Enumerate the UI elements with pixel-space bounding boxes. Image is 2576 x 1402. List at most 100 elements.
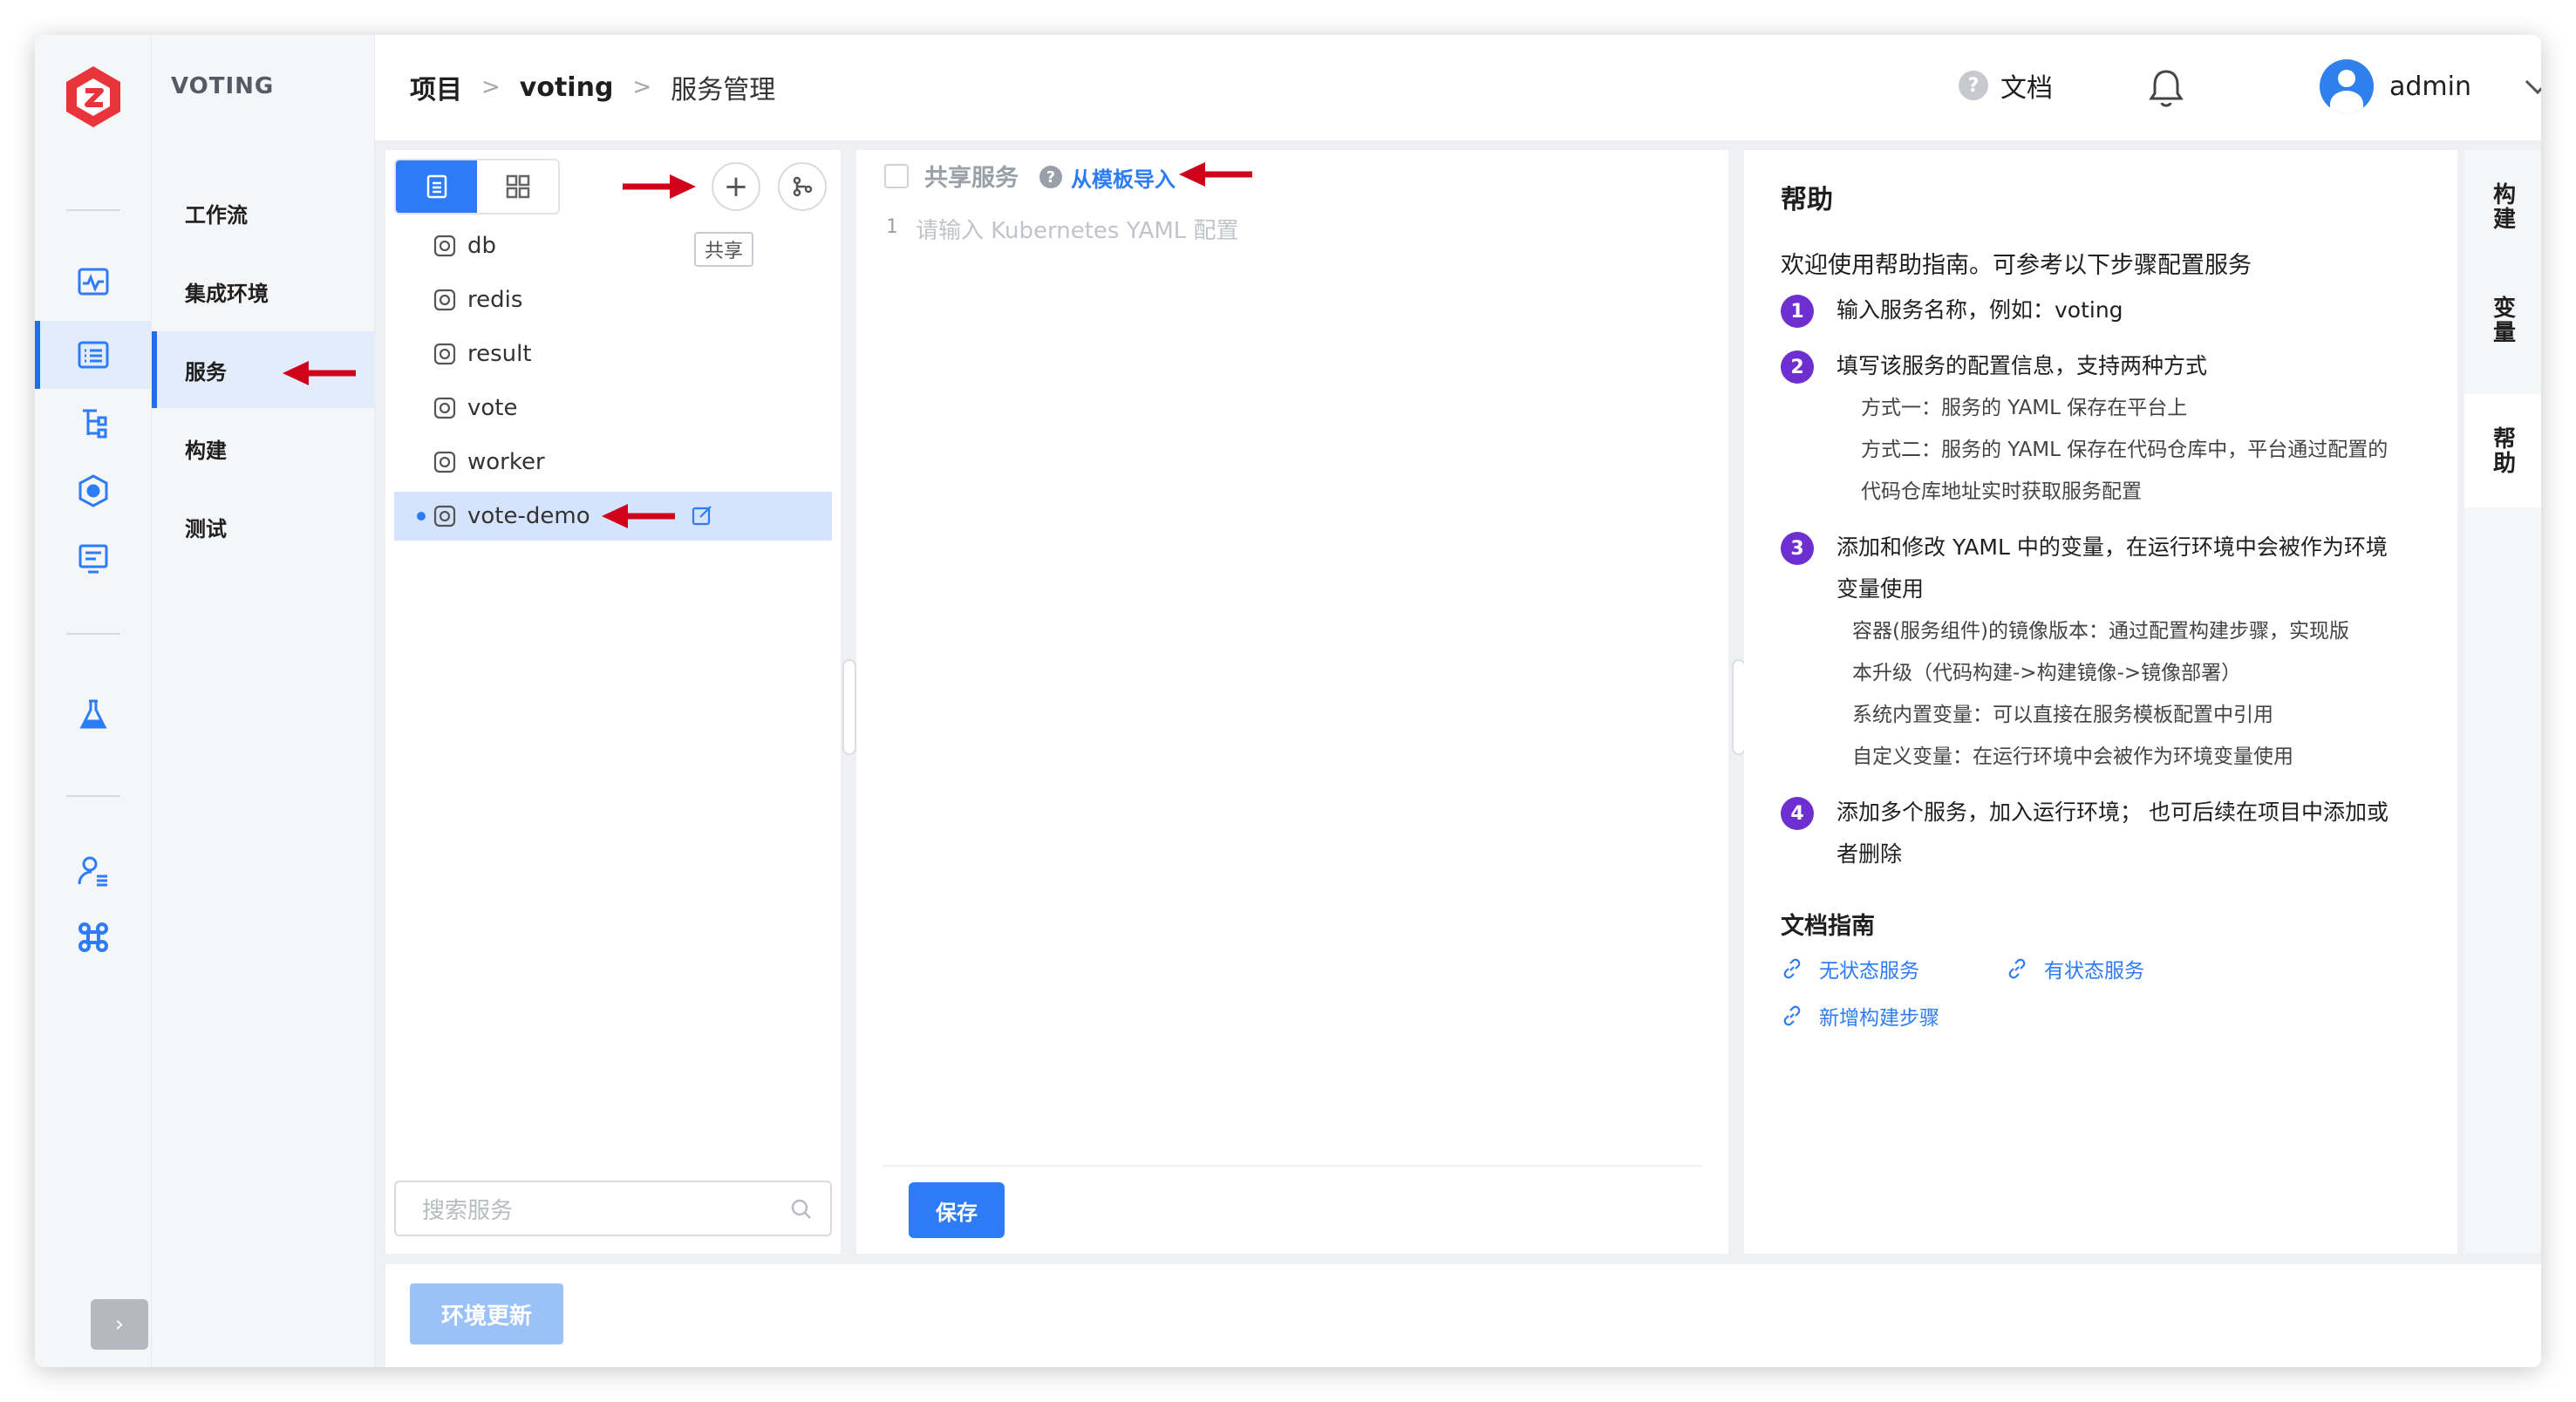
service-name: vote-demo	[467, 503, 590, 529]
service-item-redis[interactable]: redis	[394, 276, 832, 324]
service-icon	[433, 397, 456, 419]
bell-icon[interactable]	[2147, 66, 2185, 110]
service-item-vote[interactable]: vote	[394, 384, 832, 432]
chevron-down-icon	[2525, 69, 2541, 95]
breadcrumb-current: 服务管理	[671, 75, 776, 105]
doc-link-build-step[interactable]: 新增构建步骤	[1781, 1001, 1939, 1031]
edit-icon[interactable]	[691, 504, 713, 527]
doc-link-stateful[interactable]: 有状态服务	[2006, 954, 2144, 983]
tree-icon[interactable]	[61, 396, 126, 450]
yaml-editor-panel: 共享服务 ? 从模板导入 1 请输入 Kubernetes YAML 配置 保存	[856, 150, 1728, 1254]
step-subtext: 方式一：服务的 YAML 保存在平台上	[1861, 397, 2188, 419]
step-text: 者删除	[1837, 841, 1903, 867]
help-title: 帮助	[1781, 185, 1833, 215]
service-name: redis	[467, 287, 523, 313]
service-icon	[433, 505, 456, 527]
breadcrumb-project[interactable]: voting	[520, 72, 614, 103]
link-icon	[2008, 958, 2026, 979]
environment-update-button[interactable]: 环境更新	[410, 1283, 563, 1344]
link-icon	[1783, 1005, 1801, 1026]
service-icon	[433, 289, 456, 311]
service-item-db[interactable]: db 共享	[394, 221, 832, 270]
service-item-result[interactable]: result	[394, 330, 832, 378]
grid-icon	[506, 174, 529, 199]
yaml-editor-placeholder[interactable]: 请输入 Kubernetes YAML 配置	[916, 213, 1239, 245]
annotation-arrow	[283, 361, 356, 385]
right-side-tabs: 构建 变量 帮助	[2464, 150, 2541, 1254]
breadcrumb-separator: >	[632, 74, 652, 100]
branch-icon	[793, 176, 813, 197]
activity-icon[interactable]	[61, 255, 126, 309]
step-subtext: 自定义变量：在运行环境中会被作为环境变量使用	[1852, 745, 2293, 768]
save-button[interactable]: 保存	[909, 1182, 1005, 1238]
annotation-arrow	[623, 174, 696, 199]
doc-link-stateless[interactable]: 无状态服务	[1781, 954, 1919, 983]
share-service-checkbox[interactable]	[884, 164, 909, 188]
annotation-arrow	[602, 504, 675, 528]
question-icon[interactable]: ?	[1039, 166, 1062, 188]
step-badge: 1	[1781, 295, 1814, 328]
step-subtext: 方式二：服务的 YAML 保存在代码仓库中，平台通过配置的	[1861, 439, 2389, 461]
user-menu[interactable]: admin	[2320, 59, 2541, 113]
step-badge: 2	[1781, 350, 1814, 384]
grid-view-tab[interactable]	[477, 160, 558, 213]
import-from-template-link[interactable]: 从模板导入	[1071, 162, 1176, 193]
help-intro: 欢迎使用帮助指南。可参考以下步骤配置服务	[1781, 252, 2252, 279]
flask-icon[interactable]	[61, 687, 126, 741]
rail-divider	[66, 633, 120, 635]
doc-link-label: 新增构建步骤	[1819, 1007, 1939, 1030]
top-header: 项目 > voting > 服务管理 ? 文档 admin	[375, 35, 2541, 141]
release-board-icon[interactable]	[61, 532, 126, 586]
breadcrumb-projects[interactable]: 项目	[410, 68, 462, 106]
main-content: + db 共享 redis result vote worker vote-de…	[375, 141, 2541, 1367]
subnav-item-build[interactable]: 构建	[152, 410, 375, 487]
shared-tag: 共享	[694, 232, 754, 267]
step-badge: 3	[1781, 532, 1814, 565]
service-icon	[433, 343, 456, 365]
docs-link[interactable]: ? 文档	[1959, 66, 2053, 105]
service-icon	[433, 235, 456, 257]
avatar	[2320, 59, 2374, 113]
cube-cluster-icon[interactable]	[61, 464, 126, 518]
doc-link-label: 无状态服务	[1819, 960, 1919, 983]
line-number: 1	[886, 216, 898, 238]
unsaved-dot	[417, 512, 426, 521]
service-search-input[interactable]: 搜索服务	[394, 1181, 832, 1236]
project-subnav: VOTING 工作流 集成环境 服务 构建 测试	[152, 35, 375, 1367]
breadcrumb-separator: >	[481, 74, 501, 100]
panel-resize-handle[interactable]	[842, 659, 856, 755]
service-item-worker[interactable]: worker	[394, 438, 832, 487]
service-list-panel: + db 共享 redis result vote worker vote-de…	[385, 150, 841, 1254]
docs-guide-title: 文档指南	[1781, 913, 1875, 940]
rail-divider	[66, 795, 120, 797]
share-service-label: 共享服务	[924, 165, 1019, 192]
step-text: 变量使用	[1837, 576, 1925, 602]
subnav-item-test[interactable]: 测试	[152, 488, 375, 565]
service-name: result	[467, 341, 532, 367]
document-icon	[426, 174, 446, 199]
service-name: worker	[467, 449, 545, 475]
step-text: 输入服务名称，例如：voting	[1837, 297, 2123, 323]
list-view-tab[interactable]	[396, 160, 477, 213]
service-icon	[433, 451, 456, 473]
collapse-sidebar-button[interactable]: ›	[91, 1299, 148, 1350]
step-subtext: 容器(服务组件)的镜像版本：通过配置构建步骤，实现版	[1852, 620, 2349, 643]
subnav-item-workflow[interactable]: 工作流	[152, 174, 375, 251]
service-topology-button[interactable]	[778, 162, 827, 211]
step-text: 添加多个服务，加入运行环境； 也可后续在项目中添加或	[1837, 800, 2389, 825]
services-list-icon[interactable]	[61, 328, 126, 382]
tab-build[interactable]: 构建	[2464, 150, 2541, 263]
project-title: VOTING	[171, 73, 275, 99]
command-icon[interactable]	[61, 910, 126, 964]
logo-icon	[66, 66, 120, 127]
add-service-button[interactable]: +	[712, 162, 760, 211]
app-window: › VOTING 工作流 集成环境 服务 构建 测试 项目 > voting >…	[35, 35, 2541, 1367]
subnav-item-environments[interactable]: 集成环境	[152, 253, 375, 330]
tab-help[interactable]: 帮助	[2464, 394, 2541, 507]
service-name: vote	[467, 395, 518, 421]
user-name: admin	[2389, 71, 2471, 102]
user-settings-icon[interactable]	[61, 844, 126, 898]
step-text: 填写该服务的配置信息，支持两种方式	[1837, 353, 2208, 378]
tab-variables[interactable]: 变量	[2464, 263, 2541, 377]
rail-divider	[66, 209, 120, 211]
